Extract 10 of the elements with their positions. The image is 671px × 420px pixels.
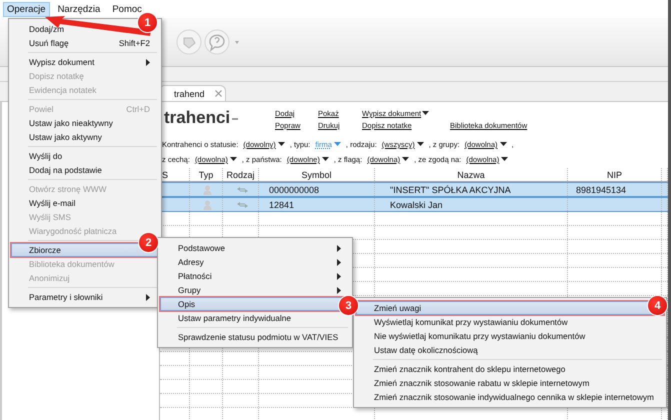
table-cell: 0000000008 (259, 183, 375, 196)
step-number: 2 (139, 233, 158, 252)
step-number: 3 (339, 296, 358, 315)
table-cell: 8981945134 (568, 183, 662, 196)
page-title: trahenci (164, 108, 230, 128)
step-number: 4 (648, 296, 667, 315)
step-number: 1 (138, 13, 157, 32)
table-cell: "INSERT" SPÓŁKA AKCYJNA (375, 183, 568, 196)
table-cell: Kowalski Jan (375, 198, 568, 211)
table-cell: 12841 (259, 198, 375, 211)
